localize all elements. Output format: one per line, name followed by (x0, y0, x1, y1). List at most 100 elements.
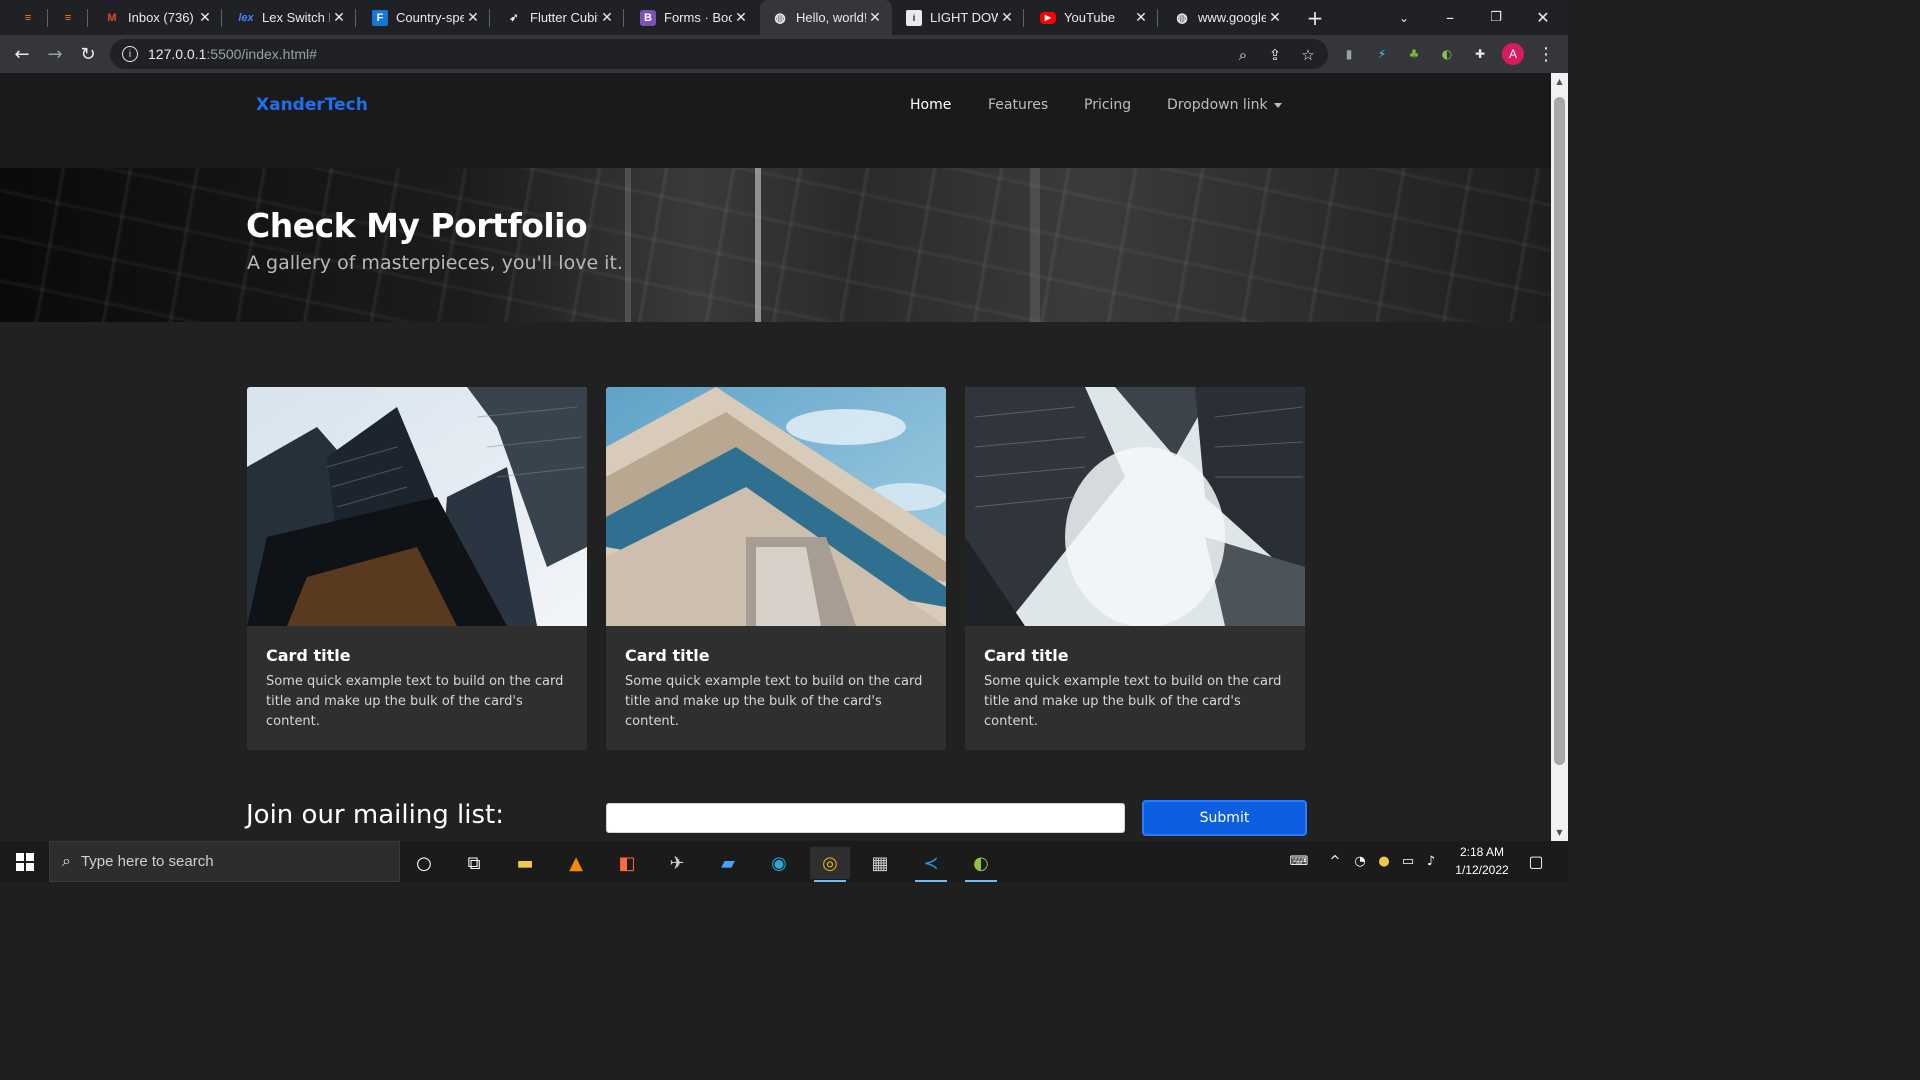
new-tab-plus-icon[interactable]: + (1295, 0, 1335, 35)
task-view-icon[interactable]: ⧉ (454, 847, 494, 879)
volume-icon[interactable]: ♪ (1421, 841, 1441, 882)
tab-title: www.google (1198, 10, 1266, 25)
battery-icon[interactable]: ▭ (1398, 841, 1418, 882)
forward-arrow-icon[interactable]: → (41, 40, 69, 68)
tab-pinned-2[interactable]: ≡ (48, 0, 88, 35)
browser-tab-strip: ≡ ≡ M Inbox (736) - ✕ lex Lex Switch P ✕… (0, 0, 1568, 35)
tab-hello-world[interactable]: ◍ Hello, world! ✕ (760, 0, 892, 35)
bootstrap-icon: B (640, 9, 656, 26)
app-icon[interactable]: ◐ (961, 847, 1001, 882)
extension-icon-4[interactable]: ◐ (1437, 44, 1457, 64)
page-viewport: XanderTech Home Features Pricing Dropdow… (0, 73, 1551, 841)
clock-date: 1/12/2022 (1455, 863, 1509, 877)
taskbar-search-input[interactable]: ⌕ Type here to search (49, 841, 400, 882)
reload-icon[interactable]: ↻ (74, 40, 102, 68)
scrollbar-thumb[interactable] (1554, 97, 1565, 765)
wifi-icon[interactable]: ◔ (1350, 841, 1370, 882)
zoom-icon[interactable]: ⌕ (1234, 46, 1252, 64)
tab-light-down[interactable]: i LIGHT DOWN ✕ (894, 0, 1024, 35)
edge-icon[interactable]: ◉ (759, 847, 799, 879)
scroll-up-icon[interactable]: ▲ (1551, 73, 1568, 90)
vlc-icon[interactable]: ▲ (556, 847, 596, 879)
show-hidden-icons-chevron-icon[interactable]: ^ (1325, 841, 1345, 882)
folder-icon[interactable]: ▰ (708, 847, 748, 879)
window-close-icon[interactable]: ✕ (1520, 0, 1566, 35)
tab-title: LIGHT DOWN (930, 10, 998, 25)
extensions-puzzle-icon[interactable]: ✚ (1470, 44, 1490, 64)
nav-pricing[interactable]: Pricing (1084, 97, 1131, 113)
restore-icon[interactable]: ❐ (1473, 0, 1519, 35)
card-text: Some quick example text to build on the … (625, 674, 923, 729)
taskbar-clock[interactable]: 2:18 AM 1/12/2022 (1446, 843, 1518, 879)
close-icon[interactable]: ✕ (1132, 9, 1150, 26)
extension-icon-2[interactable]: ⚡ (1372, 44, 1392, 64)
globe-icon: ◍ (774, 9, 786, 25)
profile-avatar[interactable]: A (1502, 43, 1524, 65)
app-icon[interactable]: ◧ (607, 847, 647, 879)
caret-down-icon (1273, 102, 1282, 108)
cortana-icon[interactable]: ○ (404, 847, 444, 879)
stack-icon: ≡ (64, 11, 72, 24)
tab-google[interactable]: ◍ www.google ✕ (1162, 0, 1292, 35)
tab-pinned-1[interactable]: ≡ (8, 0, 48, 35)
minimize-icon[interactable]: – (1427, 0, 1473, 35)
share-icon[interactable]: ⇪ (1266, 46, 1284, 64)
hero-bg-decoration (1030, 168, 1040, 322)
windows-taskbar: ⌕ Type here to search ○ ⧉ ▬ ▲ ◧ ✈ ▰ ◉ ◎ … (0, 841, 1568, 882)
close-icon[interactable]: ✕ (330, 9, 348, 26)
tab-search-chevron-icon[interactable]: ⌄ (1381, 0, 1427, 35)
card-text: Some quick example text to build on the … (266, 674, 564, 729)
card-image-foggy-towers (965, 387, 1305, 626)
tab-flutter-cubit[interactable]: ➶ Flutter Cubit ✕ (494, 0, 624, 35)
mailing-list-label: Join our mailing list: (246, 800, 505, 830)
url-host: 127.0.0.1 (148, 46, 207, 62)
browser-menu-icon[interactable]: ⋮ (1532, 40, 1560, 68)
search-icon: ⌕ (62, 852, 71, 870)
address-bar[interactable]: i 127.0.0.1:5500/index.html# ⌕ ⇪ ☆ (110, 39, 1328, 69)
close-icon[interactable]: ✕ (464, 9, 482, 26)
page-scrollbar[interactable]: ▲ ▼ (1551, 73, 1568, 841)
card-text: Some quick example text to build on the … (984, 674, 1282, 729)
site-info-icon[interactable]: i (122, 46, 138, 62)
gmail-icon: M (107, 11, 117, 24)
close-icon[interactable]: ✕ (1266, 9, 1284, 26)
keyboard-icon[interactable]: ⌨ (1284, 841, 1314, 882)
nav-dropdown[interactable]: Dropdown link (1167, 97, 1282, 113)
scroll-down-icon[interactable]: ▼ (1551, 824, 1568, 841)
brand-logo[interactable]: XanderTech (256, 95, 368, 115)
file-explorer-icon[interactable]: ▬ (505, 847, 545, 879)
nav-features[interactable]: Features (988, 97, 1048, 113)
tab-title: Country-spe (396, 10, 464, 25)
hero-title: Check My Portfolio (246, 206, 588, 245)
close-icon[interactable]: ✕ (866, 9, 884, 26)
close-icon[interactable]: ✕ (598, 9, 616, 26)
extension-icon-3[interactable]: ♣ (1404, 44, 1424, 64)
tab-title: Inbox (736) - (128, 10, 196, 25)
tab-youtube[interactable]: ▶ YouTube ✕ (1028, 0, 1158, 35)
email-field[interactable] (606, 803, 1125, 833)
close-icon[interactable]: ✕ (998, 9, 1016, 26)
app-icon[interactable]: ✈ (657, 847, 697, 879)
bookmark-star-icon[interactable]: ☆ (1299, 46, 1317, 64)
calculator-icon[interactable]: ▦ (860, 847, 900, 879)
card-image-skyscrapers (247, 387, 587, 626)
tab-country[interactable]: F Country-spe ✕ (360, 0, 490, 35)
close-icon[interactable]: ✕ (732, 9, 750, 26)
chrome-icon[interactable]: ◎ (810, 847, 850, 882)
vscode-icon[interactable]: ≺ (911, 847, 951, 882)
tab-bootstrap-forms[interactable]: B Forms · Boot ✕ (628, 0, 758, 35)
notification-icon[interactable]: ▢ (1522, 841, 1550, 882)
close-icon[interactable]: ✕ (196, 9, 214, 26)
tab-gmail[interactable]: M Inbox (736) - ✕ (92, 0, 222, 35)
back-arrow-icon[interactable]: ← (8, 40, 36, 68)
tray-app-icon[interactable]: ● (1374, 841, 1394, 882)
nav-home[interactable]: Home (910, 97, 951, 113)
start-button[interactable] (0, 841, 49, 882)
clock-time: 2:18 AM (1459, 845, 1505, 859)
tab-title: Hello, world! (796, 10, 866, 25)
tab-lex[interactable]: lex Lex Switch P ✕ (226, 0, 356, 35)
submit-button[interactable]: Submit (1142, 800, 1307, 836)
extension-icon-1[interactable]: ▮ (1339, 44, 1359, 64)
nav-dropdown-label: Dropdown link (1167, 97, 1268, 113)
portfolio-card: Card title Some quick example text to bu… (247, 387, 587, 750)
